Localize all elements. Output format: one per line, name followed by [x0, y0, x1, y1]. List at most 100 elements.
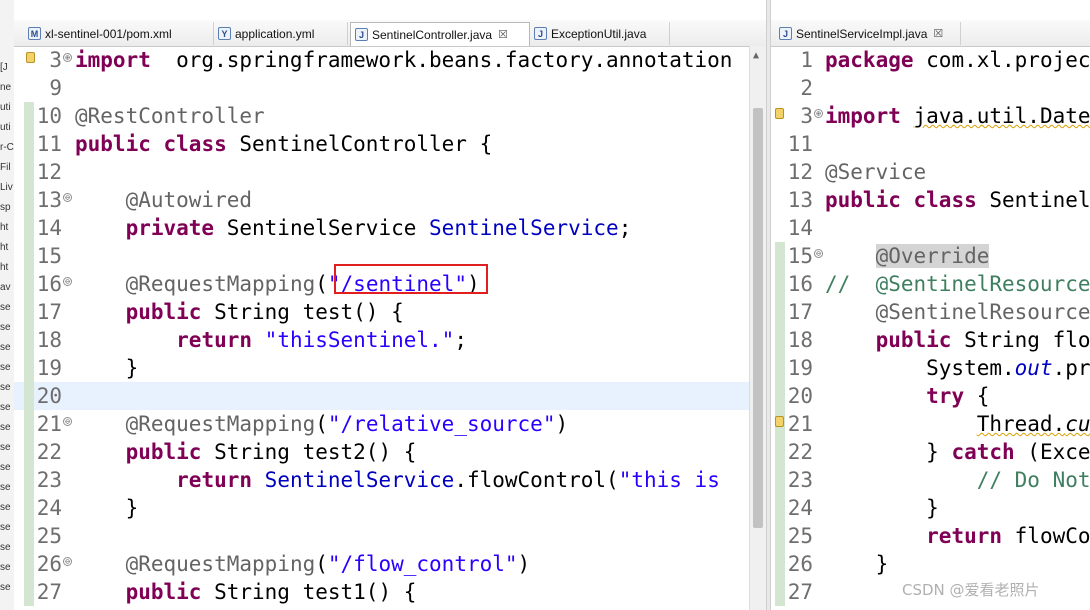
explorer-item[interactable]: se	[0, 378, 14, 398]
code-line[interactable]: 16 // @SentinelResource	[771, 270, 1090, 298]
explorer-item[interactable]: Fil	[0, 158, 14, 178]
code-line[interactable]: 2	[771, 74, 1090, 102]
code-line[interactable]: 27 public String test1() {	[14, 578, 766, 606]
sentinel-service-impl-editor[interactable]: 1 package com.xl.projec 2 3 ⊕ import java.uti…	[771, 46, 1090, 610]
explorer-item[interactable]: se	[0, 298, 14, 318]
explorer-item[interactable]: ht	[0, 218, 14, 238]
explorer-item[interactable]: ne	[0, 78, 14, 98]
explorer-item[interactable]: se	[0, 518, 14, 538]
fold-toggle-icon[interactable]: ⊖	[814, 249, 823, 258]
code-line[interactable]: 11 public class SentinelController {	[14, 130, 766, 158]
code-line[interactable]: 25	[14, 522, 766, 550]
warning-icon[interactable]	[775, 416, 784, 427]
code-line[interactable]: 18 public String flo	[771, 326, 1090, 354]
editor-tab[interactable]: J SentinelServiceImpl.java ☒	[775, 22, 961, 45]
code-text: } catch (Exce	[825, 438, 1090, 466]
sentinel-controller-editor[interactable]: 3 ⊕ import org.springframework.beans.facto…	[14, 46, 766, 610]
code-line[interactable]: 3 ⊕ import org.springframework.beans.facto…	[14, 46, 766, 74]
code-line[interactable]: 22 public String test2() {	[14, 438, 766, 466]
explorer-item[interactable]: av	[0, 278, 14, 298]
code-line[interactable]: 3 ⊕ import java.util.Date	[771, 102, 1090, 130]
code-line[interactable]: 9	[14, 74, 766, 102]
explorer-item[interactable]: se	[0, 418, 14, 438]
code-line[interactable]: 20	[14, 382, 766, 410]
code-line[interactable]: 26 ⊖ @RequestMapping("/flow_control")	[14, 550, 766, 578]
explorer-item[interactable]: se	[0, 458, 14, 478]
code-line[interactable]: 13 public class Sentinel	[771, 186, 1090, 214]
code-line[interactable]: 17 @SentinelResource	[771, 298, 1090, 326]
fold-toggle-icon[interactable]: ⊖	[63, 417, 72, 426]
explorer-item[interactable]: se	[0, 338, 14, 358]
code-line[interactable]: 23 // Do Not	[771, 466, 1090, 494]
code-line[interactable]: 1 package com.xl.projec	[771, 46, 1090, 74]
vertical-scrollbar[interactable]: ▲	[749, 46, 766, 610]
code-line[interactable]: 22 } catch (Exce	[771, 438, 1090, 466]
explorer-item[interactable]: se	[0, 538, 14, 558]
explorer-item[interactable]: uti	[0, 98, 14, 118]
code-line[interactable]: 10 @RestController	[14, 102, 766, 130]
code-line[interactable]: 19 }	[14, 354, 766, 382]
explorer-item[interactable]: ht	[0, 258, 14, 278]
fold-toggle-icon[interactable]: ⊖	[63, 193, 72, 202]
explorer-item[interactable]: sp	[0, 198, 14, 218]
code-line[interactable]: 15 ⊖ @Override	[771, 242, 1090, 270]
explorer-item[interactable]: Liv	[0, 178, 14, 198]
code-token: }	[825, 552, 889, 576]
line-number: 9	[49, 76, 62, 100]
code-line[interactable]: 21 ⊖ @RequestMapping("/relative_source")	[14, 410, 766, 438]
change-marker	[24, 494, 34, 522]
editor-tab[interactable]: Yapplication.yml	[214, 22, 348, 45]
explorer-item[interactable]: se	[0, 578, 14, 598]
explorer-item[interactable]: [J	[0, 58, 14, 78]
fold-toggle-icon[interactable]: ⊕	[63, 53, 72, 62]
yaml-file-icon: Y	[218, 27, 231, 40]
change-marker	[775, 214, 785, 242]
code-line[interactable]: 13 ⊖ @Autowired	[14, 186, 766, 214]
explorer-item[interactable]: r-C	[0, 138, 14, 158]
warning-icon[interactable]	[775, 108, 784, 119]
code-line[interactable]: 12 @Service	[771, 158, 1090, 186]
close-tab-icon[interactable]: ☒	[933, 27, 943, 40]
code-line[interactable]: 11	[771, 130, 1090, 158]
close-tab-icon[interactable]: ☒	[498, 28, 508, 41]
fold-toggle-icon[interactable]: ⊖	[63, 277, 72, 286]
explorer-item[interactable]: se	[0, 318, 14, 338]
explorer-item[interactable]: se	[0, 558, 14, 578]
explorer-item[interactable]: ht	[0, 238, 14, 258]
code-line[interactable]: 26 }	[771, 550, 1090, 578]
code-line[interactable]: 18 return "thisSentinel.";	[14, 326, 766, 354]
explorer-item[interactable]: se	[0, 358, 14, 378]
scroll-up-arrow-icon[interactable]: ▲	[753, 50, 759, 61]
code-token: return	[926, 524, 1003, 548]
code-line[interactable]: 17 public String test() {	[14, 298, 766, 326]
code-line[interactable]: 23 return SentinelService.flowControl("t…	[14, 466, 766, 494]
fold-toggle-icon[interactable]: ⊕	[814, 109, 823, 118]
scrollbar-thumb[interactable]	[753, 108, 763, 528]
editor-tab[interactable]: J SentinelController.java ☒	[350, 22, 530, 46]
code-line[interactable]: 24 }	[771, 494, 1090, 522]
code-line[interactable]: 25 return flowCo	[771, 522, 1090, 550]
code-line[interactable]: 14 private SentinelService SentinelServi…	[14, 214, 766, 242]
fold-toggle-icon[interactable]: ⊖	[63, 557, 72, 566]
line-number: 19	[787, 356, 813, 380]
editor-tab[interactable]: Mxl-sentinel-001/pom.xml	[24, 22, 214, 45]
package-explorer-strip: [J ne uti uti r-C Fil Liv sp ht ht ht av se se se se se s…	[0, 0, 15, 610]
explorer-item[interactable]: se	[0, 398, 14, 418]
explorer-item[interactable]: se	[0, 478, 14, 498]
code-line[interactable]: 12	[14, 158, 766, 186]
explorer-item[interactable]: se	[0, 438, 14, 458]
code-line[interactable]: 21 Thread.cu	[771, 410, 1090, 438]
change-marker	[24, 410, 34, 438]
code-line[interactable]: 24 }	[14, 494, 766, 522]
code-line[interactable]: 20 try {	[771, 382, 1090, 410]
code-line[interactable]: 19 System.out.pr	[771, 354, 1090, 382]
explorer-item[interactable]: se	[0, 498, 14, 518]
code-line[interactable]: 14	[771, 214, 1090, 242]
editor-tab[interactable]: J ExceptionUtil.java	[530, 22, 670, 45]
explorer-item[interactable]: uti	[0, 118, 14, 138]
